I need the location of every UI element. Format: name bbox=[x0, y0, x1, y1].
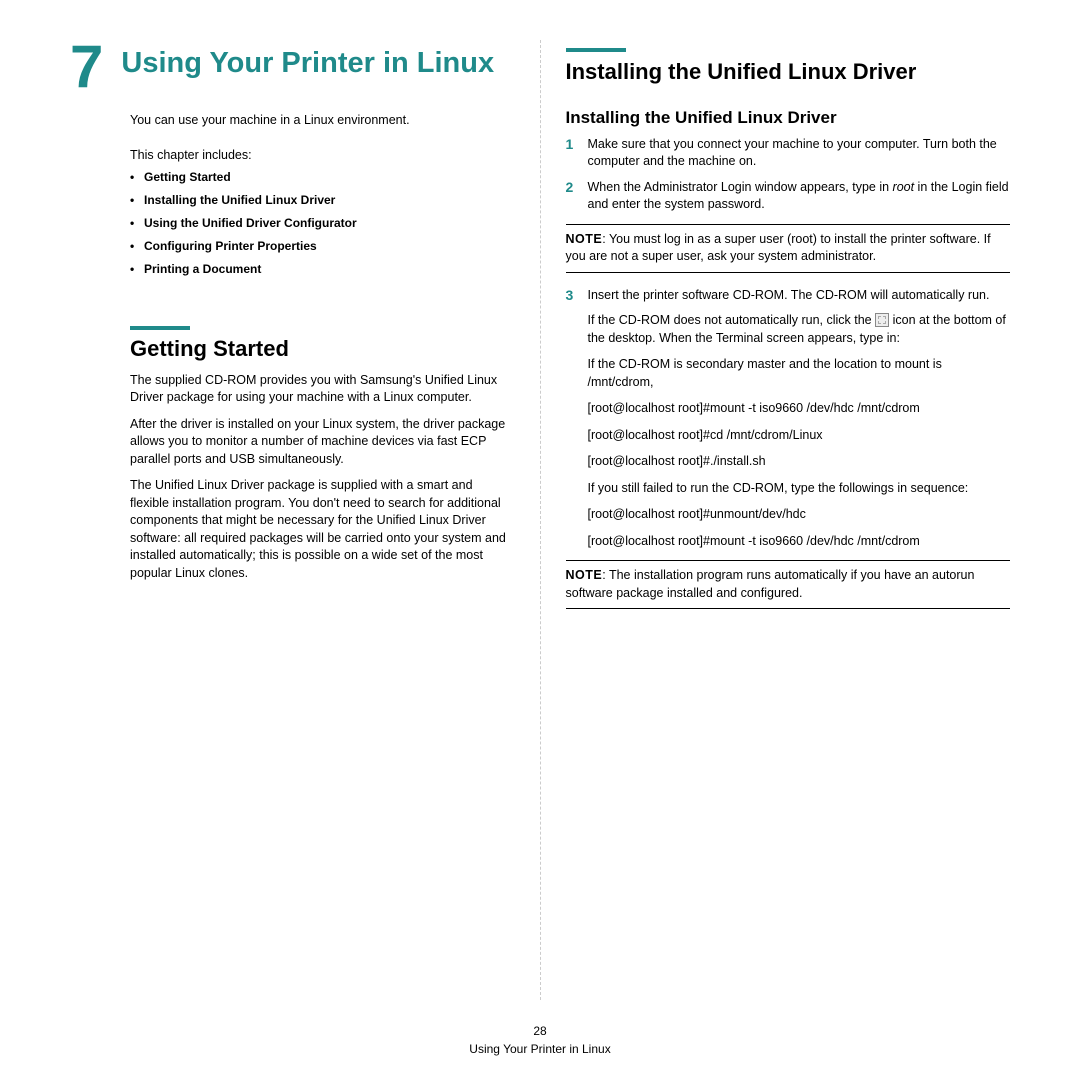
step-item: 1 Make sure that you connect your machin… bbox=[566, 136, 1011, 171]
step-text-italic: root bbox=[893, 180, 915, 194]
step-number: 3 bbox=[566, 286, 574, 306]
footer-title: Using Your Printer in Linux bbox=[0, 1040, 1080, 1058]
page-footer: 28 Using Your Printer in Linux bbox=[0, 1022, 1080, 1058]
instruction-text: If the CD-ROM does not automatically run… bbox=[588, 312, 1011, 347]
install-steps-continued: 3 Insert the printer software CD-ROM. Th… bbox=[566, 287, 1011, 305]
step-text: When the Administrator Login window appe… bbox=[588, 180, 893, 194]
chapter-heading: 7 Using Your Printer in Linux bbox=[70, 40, 515, 94]
toc-item[interactable]: Installing the Unified Linux Driver bbox=[130, 193, 515, 207]
left-column: 7 Using Your Printer in Linux You can us… bbox=[50, 40, 535, 1000]
chapter-number: 7 bbox=[70, 40, 103, 94]
intro-text: You can use your machine in a Linux envi… bbox=[70, 112, 515, 130]
instruction-text: If the CD-ROM is secondary master and th… bbox=[588, 356, 1011, 391]
step-number: 1 bbox=[566, 135, 574, 155]
note-block: NOTE: The installation program runs auto… bbox=[566, 560, 1011, 609]
note-text: : You must log in as a super user (root)… bbox=[566, 232, 991, 264]
body-paragraph: The supplied CD-ROM provides you with Sa… bbox=[70, 372, 515, 407]
section-heading-getting-started: Getting Started bbox=[70, 336, 515, 362]
page-number: 28 bbox=[0, 1022, 1080, 1040]
command-text: [root@localhost root]#mount -t iso9660 /… bbox=[588, 400, 1011, 418]
section-rule bbox=[566, 48, 626, 52]
chapter-title: Using Your Printer in Linux bbox=[121, 40, 494, 81]
command-text: [root@localhost root]#cd /mnt/cdrom/Linu… bbox=[588, 427, 1011, 445]
step-number: 2 bbox=[566, 178, 574, 198]
toc-list: Getting Started Installing the Unified L… bbox=[70, 170, 515, 276]
right-column: Installing the Unified Linux Driver Inst… bbox=[546, 40, 1031, 1000]
section-rule bbox=[130, 326, 190, 330]
step-item: 2 When the Administrator Login window ap… bbox=[566, 179, 1011, 214]
note-label: NOTE bbox=[566, 232, 603, 246]
body-paragraph: The Unified Linux Driver package is supp… bbox=[70, 477, 515, 582]
sub-heading-installing: Installing the Unified Linux Driver bbox=[566, 108, 1011, 128]
section-heading-installing: Installing the Unified Linux Driver bbox=[566, 58, 1011, 86]
terminal-icon bbox=[875, 313, 889, 327]
includes-label: This chapter includes: bbox=[70, 148, 515, 162]
terminal-instructions: If the CD-ROM does not automatically run… bbox=[566, 312, 1011, 550]
toc-item[interactable]: Printing a Document bbox=[130, 262, 515, 276]
toc-item[interactable]: Using the Unified Driver Configurator bbox=[130, 216, 515, 230]
note-label: NOTE bbox=[566, 568, 603, 582]
note-text: : The installation program runs automati… bbox=[566, 568, 975, 600]
step-item: 3 Insert the printer software CD-ROM. Th… bbox=[566, 287, 1011, 305]
toc-item[interactable]: Getting Started bbox=[130, 170, 515, 184]
instruction-text: If you still failed to run the CD-ROM, t… bbox=[588, 480, 1011, 498]
command-text: [root@localhost root]#mount -t iso9660 /… bbox=[588, 533, 1011, 551]
note-block: NOTE: You must log in as a super user (r… bbox=[566, 224, 1011, 273]
install-steps: 1 Make sure that you connect your machin… bbox=[566, 136, 1011, 214]
toc-item[interactable]: Configuring Printer Properties bbox=[130, 239, 515, 253]
step-text: Insert the printer software CD-ROM. The … bbox=[588, 288, 990, 302]
command-text: [root@localhost root]#unmount/dev/hdc bbox=[588, 506, 1011, 524]
column-divider bbox=[540, 40, 541, 1000]
command-text: [root@localhost root]#./install.sh bbox=[588, 453, 1011, 471]
step-text: Make sure that you connect your machine … bbox=[588, 137, 997, 169]
body-paragraph: After the driver is installed on your Li… bbox=[70, 416, 515, 469]
page: 7 Using Your Printer in Linux You can us… bbox=[0, 0, 1080, 1000]
